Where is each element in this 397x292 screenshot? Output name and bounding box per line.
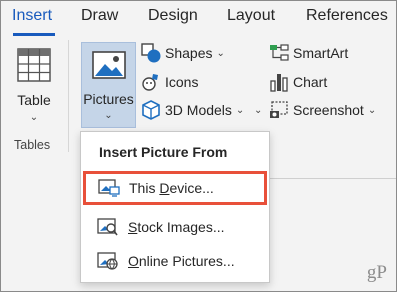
group-divider (68, 40, 69, 152)
access-key: S (128, 219, 138, 235)
access-key: D (159, 180, 170, 196)
chevron-down-icon: ⌄ (216, 47, 225, 59)
menu-item-label: Online Pictures... (128, 253, 235, 269)
shapes-icon (141, 43, 161, 63)
watermark-logo: gP (366, 262, 387, 283)
tab-references[interactable]: References (306, 7, 388, 25)
stock-images-icon (97, 218, 118, 236)
table-button[interactable]: Table ⌄ (8, 44, 60, 130)
insert-picture-menu: Insert Picture From This Device... Stock… (80, 131, 270, 283)
menu-item-stock-images[interactable]: Stock Images... (85, 210, 265, 244)
chevron-down-icon: ⌄ (254, 104, 263, 116)
screenshot-label: Screenshot (293, 102, 364, 118)
bar-chart-icon (270, 74, 288, 92)
shapes-button[interactable]: Shapes ⌄ (141, 42, 225, 64)
tab-draw[interactable]: Draw (81, 7, 118, 25)
table-label: Table (17, 92, 51, 108)
access-key: O (128, 253, 139, 269)
cube-icon (142, 100, 160, 120)
models-dropdown-arrow[interactable]: ⌄ (250, 99, 262, 121)
picture-icon (92, 51, 126, 79)
menu-item-label: Stock Images... (128, 219, 225, 235)
menu-title: Insert Picture From (99, 144, 228, 160)
menu-item-this-device[interactable]: This Device... (83, 171, 267, 205)
3d-models-label: 3D Models (165, 102, 232, 118)
tab-layout[interactable]: Layout (227, 7, 275, 25)
pictures-button[interactable]: Pictures ⌄ (81, 42, 136, 128)
smartart-button[interactable]: SmartArt (269, 42, 348, 64)
screenshot-button[interactable]: Screenshot ⌄ (269, 99, 376, 121)
shapes-label: Shapes (165, 45, 213, 61)
tables-group-label: Tables (14, 138, 51, 152)
chevron-down-icon: ⌄ (29, 112, 39, 123)
document-edge (270, 178, 396, 179)
smartart-label: SmartArt (293, 45, 349, 61)
icons-icon (142, 74, 158, 91)
tab-insert[interactable]: Insert (12, 7, 52, 25)
online-pictures-icon (97, 252, 118, 270)
pictures-label: Pictures (83, 91, 134, 107)
menu-item-online-pictures[interactable]: Online Pictures... (85, 244, 265, 278)
screenshot-icon (270, 101, 288, 118)
ribbon-tabs: Insert Draw Design Layout References (0, 0, 397, 36)
icons-label: Icons (165, 74, 199, 90)
3d-models-button[interactable]: 3D Models ⌄ (141, 99, 244, 121)
smartart-icon (270, 44, 289, 61)
chart-button[interactable]: Chart (269, 71, 327, 93)
chart-label: Chart (293, 74, 328, 90)
icons-button[interactable]: Icons (141, 71, 198, 93)
tab-design[interactable]: Design (148, 7, 198, 25)
menu-item-label: This Device... (129, 180, 214, 196)
table-grid-icon (17, 48, 51, 82)
device-picture-icon (98, 179, 120, 197)
chevron-down-icon: ⌄ (235, 104, 245, 116)
chevron-down-icon: ⌄ (104, 110, 113, 121)
chevron-down-icon: ⌄ (367, 104, 377, 116)
